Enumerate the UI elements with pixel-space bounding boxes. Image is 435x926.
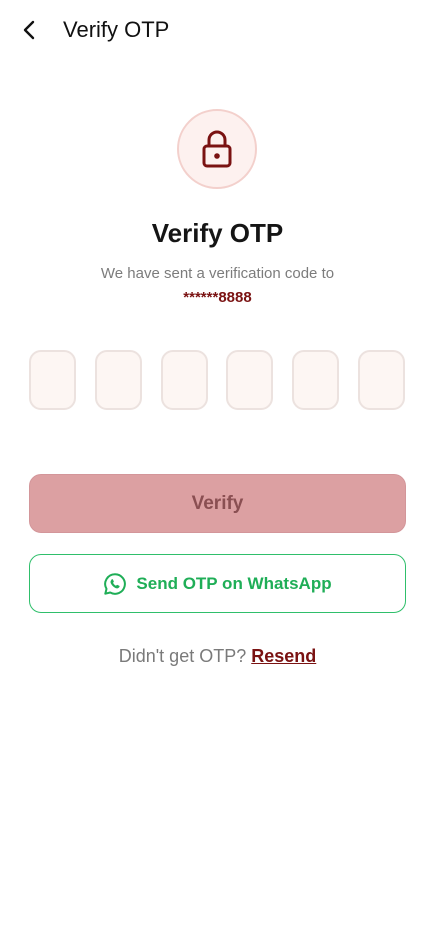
resend-link[interactable]: Resend xyxy=(251,646,316,666)
verify-button[interactable]: Verify xyxy=(29,474,406,533)
otp-digit-3[interactable] xyxy=(161,350,208,410)
resend-row: Didn't get OTP? Resend xyxy=(0,644,435,668)
lock-icon xyxy=(202,130,232,168)
masked-phone-number: ******8888 xyxy=(183,289,252,306)
otp-digit-5[interactable] xyxy=(292,350,339,410)
otp-digit-4[interactable] xyxy=(226,350,273,410)
chevron-left-icon xyxy=(23,20,35,40)
otp-digit-2[interactable] xyxy=(95,350,142,410)
lock-badge xyxy=(177,109,257,189)
send-otp-whatsapp-button[interactable]: Send OTP on WhatsApp xyxy=(29,554,406,613)
whatsapp-icon xyxy=(104,572,127,595)
page-title: Verify OTP xyxy=(63,17,170,42)
whatsapp-button-label: Send OTP on WhatsApp xyxy=(136,573,332,593)
verify-button-label: Verify xyxy=(191,492,244,514)
resend-prompt: Didn't get OTP? xyxy=(118,646,247,666)
verification-message: We have sent a verification code to xyxy=(100,265,335,282)
app-header: Verify OTP xyxy=(0,0,435,62)
otp-input-group xyxy=(29,350,406,412)
otp-digit-6[interactable] xyxy=(358,350,405,410)
verify-heading: Verify OTP xyxy=(151,218,284,248)
back-button[interactable] xyxy=(14,14,46,46)
otp-digit-1[interactable] xyxy=(29,350,76,410)
